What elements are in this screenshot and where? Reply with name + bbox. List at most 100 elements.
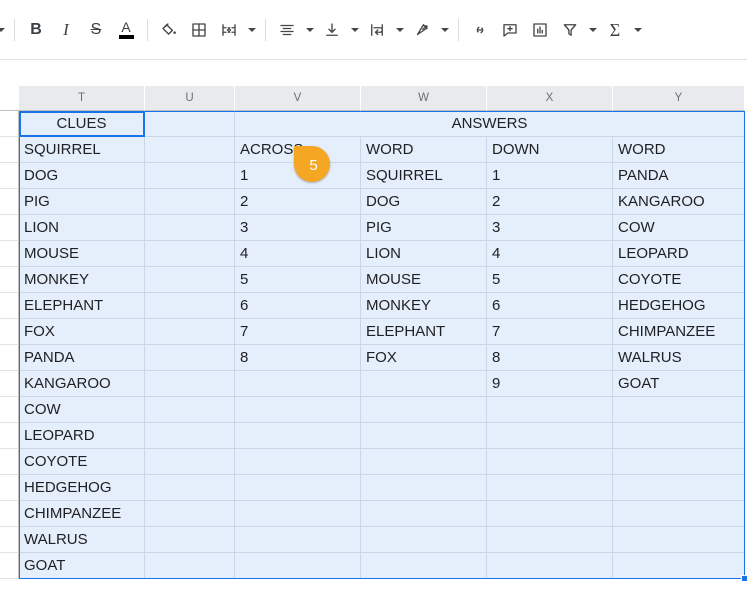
row-header[interactable] <box>0 423 19 449</box>
row-header[interactable] <box>0 189 19 215</box>
merge-cells-icon[interactable] <box>214 15 244 45</box>
column-header-X[interactable]: X <box>487 86 613 111</box>
grid-cell[interactable]: 1 <box>235 163 361 189</box>
text-wrapping-caret[interactable] <box>392 15 407 45</box>
horizontal-align-icon[interactable] <box>272 15 302 45</box>
grid-cell[interactable] <box>613 397 745 423</box>
grid-cell[interactable]: 4 <box>235 241 361 267</box>
grid-cell[interactable]: LION <box>19 215 145 241</box>
filter-icon[interactable] <box>555 15 585 45</box>
text-wrapping-icon[interactable] <box>362 15 392 45</box>
row-header[interactable] <box>0 527 19 553</box>
grid-cell[interactable] <box>145 397 235 423</box>
vertical-align-icon[interactable] <box>317 15 347 45</box>
row-header[interactable] <box>0 319 19 345</box>
grid-cell[interactable]: ELEPHANT <box>361 319 487 345</box>
grid-cell[interactable]: COW <box>613 215 745 241</box>
grid-cell[interactable]: DOWN <box>487 137 613 163</box>
italic-button[interactable]: I <box>51 15 81 45</box>
grid-cell[interactable] <box>613 527 745 553</box>
grid-cell[interactable] <box>145 319 235 345</box>
grid-cell[interactable] <box>145 241 235 267</box>
grid-cell[interactable]: GOAT <box>613 371 745 397</box>
grid-cell[interactable]: LEOPARD <box>19 423 145 449</box>
grid-cell[interactable] <box>145 293 235 319</box>
grid-cell[interactable]: KANGAROO <box>19 371 145 397</box>
grid-cell[interactable] <box>145 449 235 475</box>
filter-caret[interactable] <box>585 15 600 45</box>
spreadsheet-grid[interactable]: TUVWXY CLUES ANSWERS SQUIRREL ACROSS WORD DOW… <box>0 60 747 593</box>
grid-cell[interactable]: MOUSE <box>361 267 487 293</box>
grid-cell[interactable]: 2 <box>235 189 361 215</box>
grid-cell[interactable] <box>613 449 745 475</box>
grid-cell[interactable]: KANGAROO <box>613 189 745 215</box>
row-header[interactable] <box>0 449 19 475</box>
grid-cell[interactable] <box>145 475 235 501</box>
horizontal-align-caret[interactable] <box>302 15 317 45</box>
grid-cell[interactable]: HEDGEHOG <box>613 293 745 319</box>
grid-cell[interactable]: LION <box>361 241 487 267</box>
column-header-Y[interactable]: Y <box>613 86 745 111</box>
column-header-V[interactable]: V <box>235 86 361 111</box>
grid-cell[interactable]: ANSWERS <box>235 111 745 137</box>
grid-cell[interactable]: 4 <box>487 241 613 267</box>
grid-cell[interactable] <box>361 423 487 449</box>
grid-cell[interactable]: CHIMPANZEE <box>613 319 745 345</box>
fill-color-icon[interactable] <box>154 15 184 45</box>
grid-cell[interactable]: FOX <box>361 345 487 371</box>
grid-cell[interactable]: WORD <box>613 137 745 163</box>
grid-cell[interactable]: DOG <box>361 189 487 215</box>
row-header[interactable] <box>0 163 19 189</box>
text-color-button[interactable]: A <box>111 15 141 45</box>
grid-cell[interactable] <box>487 501 613 527</box>
grid-cell[interactable] <box>487 449 613 475</box>
grid-cell[interactable] <box>235 475 361 501</box>
grid-cell[interactable] <box>235 553 361 579</box>
grid-cell[interactable] <box>613 501 745 527</box>
grid-cell[interactable]: 5 <box>487 267 613 293</box>
vertical-align-caret[interactable] <box>347 15 362 45</box>
grid-cell[interactable]: 9 <box>487 371 613 397</box>
row-header[interactable] <box>0 293 19 319</box>
functions-caret[interactable] <box>630 15 645 45</box>
functions-icon[interactable]: Σ <box>600 15 630 45</box>
grid-cell[interactable]: 6 <box>235 293 361 319</box>
grid-cell[interactable] <box>145 215 235 241</box>
grid-cell[interactable]: 5 <box>235 267 361 293</box>
grid-cell[interactable] <box>145 111 235 137</box>
column-header-U[interactable]: U <box>145 86 235 111</box>
grid-corner[interactable] <box>0 86 19 111</box>
grid-cell[interactable] <box>361 501 487 527</box>
grid-cell[interactable] <box>145 527 235 553</box>
grid-cell[interactable] <box>145 423 235 449</box>
text-rotation-caret[interactable] <box>437 15 452 45</box>
grid-cell[interactable]: 2 <box>487 189 613 215</box>
grid-cell[interactable]: 3 <box>235 215 361 241</box>
grid-cell[interactable]: LEOPARD <box>613 241 745 267</box>
grid-cell[interactable]: COYOTE <box>19 449 145 475</box>
grid-cell[interactable] <box>613 475 745 501</box>
insert-link-icon[interactable] <box>465 15 495 45</box>
row-header[interactable] <box>0 501 19 527</box>
borders-icon[interactable] <box>184 15 214 45</box>
fill-handle[interactable] <box>741 575 747 582</box>
insert-chart-icon[interactable] <box>525 15 555 45</box>
grid-cell[interactable] <box>361 371 487 397</box>
grid-cell[interactable]: MONKEY <box>19 267 145 293</box>
grid-cell[interactable] <box>361 475 487 501</box>
grid-cell[interactable] <box>487 527 613 553</box>
grid-cell[interactable] <box>145 371 235 397</box>
grid-cell[interactable] <box>361 449 487 475</box>
grid-cell[interactable]: ACROSS <box>235 137 361 163</box>
row-header[interactable] <box>0 137 19 163</box>
grid-cell[interactable] <box>361 397 487 423</box>
row-header[interactable] <box>0 345 19 371</box>
row-header[interactable] <box>0 553 19 579</box>
grid-cell[interactable]: WALRUS <box>613 345 745 371</box>
grid-cell[interactable] <box>145 163 235 189</box>
grid-cell[interactable]: GOAT <box>19 553 145 579</box>
grid-cell[interactable] <box>145 189 235 215</box>
grid-cell[interactable] <box>145 501 235 527</box>
grid-cell[interactable] <box>487 475 613 501</box>
grid-cell[interactable]: PANDA <box>19 345 145 371</box>
